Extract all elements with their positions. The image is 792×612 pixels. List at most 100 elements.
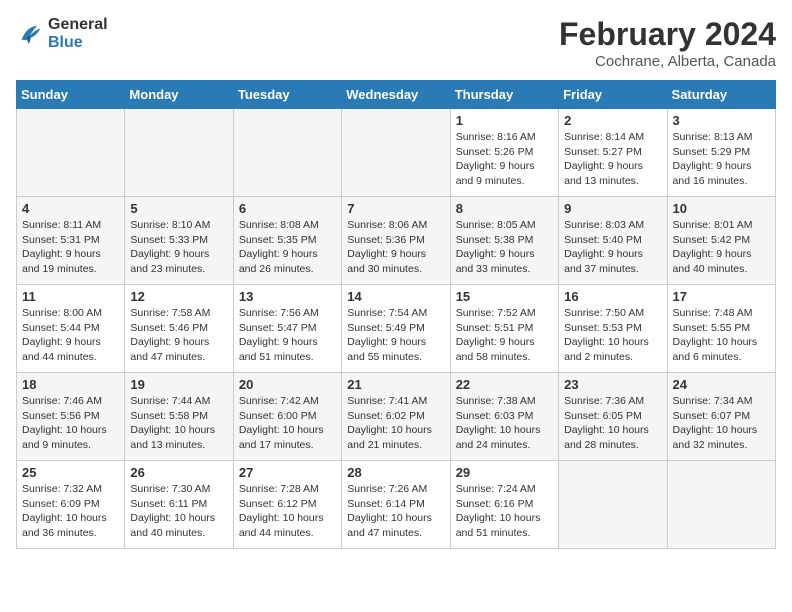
calendar-cell: 28 Sunrise: 7:26 AM Sunset: 6:14 PM Dayli… <box>342 461 450 549</box>
calendar-cell: 25 Sunrise: 7:32 AM Sunset: 6:09 PM Dayli… <box>17 461 125 549</box>
day-number: 4 <box>22 201 119 216</box>
day-number: 26 <box>130 465 227 480</box>
weekday-header-friday: Friday <box>559 81 667 109</box>
logo-icon <box>16 20 44 48</box>
day-info: Sunrise: 7:30 AM Sunset: 6:11 PM Dayligh… <box>130 482 227 541</box>
day-number: 15 <box>456 289 553 304</box>
location: Cochrane, Alberta, Canada <box>559 53 776 70</box>
weekday-header-sunday: Sunday <box>17 81 125 109</box>
calendar-week-4: 18Sunrise: 7:46 AM Sunset: 5:56 PM Dayli… <box>17 373 776 461</box>
calendar-cell: 18Sunrise: 7:46 AM Sunset: 5:56 PM Dayli… <box>17 373 125 461</box>
calendar-table: SundayMondayTuesdayWednesdayThursdayFrid… <box>16 80 776 549</box>
day-number: 5 <box>130 201 227 216</box>
day-info: Sunrise: 7:50 AM Sunset: 5:53 PM Dayligh… <box>564 306 661 365</box>
calendar-cell: 15Sunrise: 7:52 AM Sunset: 5:51 PM Dayli… <box>450 285 558 373</box>
calendar-cell: 29 Sunrise: 7:24 AM Sunset: 6:16 PM Dayli… <box>450 461 558 549</box>
day-number: 23 <box>564 377 661 392</box>
calendar-cell: 23 Sunrise: 7:36 AM Sunset: 6:05 PM Dayli… <box>559 373 667 461</box>
day-number: 16 <box>564 289 661 304</box>
calendar-cell: 9 Sunrise: 8:03 AM Sunset: 5:40 PM Daylig… <box>559 197 667 285</box>
calendar-cell: 14 Sunrise: 7:54 AM Sunset: 5:49 PM Dayli… <box>342 285 450 373</box>
day-info: Sunrise: 7:46 AM Sunset: 5:56 PM Dayligh… <box>22 394 119 453</box>
day-info: Sunrise: 8:14 AM Sunset: 5:27 PM Dayligh… <box>564 130 661 189</box>
day-info: Sunrise: 7:48 AM Sunset: 5:55 PM Dayligh… <box>673 306 770 365</box>
calendar-cell <box>667 461 775 549</box>
calendar-cell: 24Sunrise: 7:34 AM Sunset: 6:07 PM Dayli… <box>667 373 775 461</box>
day-number: 17 <box>673 289 770 304</box>
day-number: 20 <box>239 377 336 392</box>
calendar-cell: 6 Sunrise: 8:08 AM Sunset: 5:35 PM Daylig… <box>233 197 341 285</box>
calendar-cell <box>233 109 341 197</box>
calendar-cell: 10Sunrise: 8:01 AM Sunset: 5:42 PM Dayli… <box>667 197 775 285</box>
calendar-cell: 2Sunrise: 8:14 AM Sunset: 5:27 PM Daylig… <box>559 109 667 197</box>
day-info: Sunrise: 7:24 AM Sunset: 6:16 PM Dayligh… <box>456 482 553 541</box>
calendar-cell: 17 Sunrise: 7:48 AM Sunset: 5:55 PM Dayli… <box>667 285 775 373</box>
day-info: Sunrise: 7:32 AM Sunset: 6:09 PM Dayligh… <box>22 482 119 541</box>
calendar-cell: 4 Sunrise: 8:11 AM Sunset: 5:31 PM Daylig… <box>17 197 125 285</box>
day-number: 1 <box>456 113 553 128</box>
calendar-cell <box>17 109 125 197</box>
calendar-week-2: 4 Sunrise: 8:11 AM Sunset: 5:31 PM Daylig… <box>17 197 776 285</box>
page-header: General Blue February 2024 Cochrane, Alb… <box>16 16 776 70</box>
calendar-cell <box>559 461 667 549</box>
day-info: Sunrise: 7:38 AM Sunset: 6:03 PM Dayligh… <box>456 394 553 453</box>
calendar-cell: 11 Sunrise: 8:00 AM Sunset: 5:44 PM Dayli… <box>17 285 125 373</box>
calendar-cell: 3Sunrise: 8:13 AM Sunset: 5:29 PM Daylig… <box>667 109 775 197</box>
calendar-cell: 20 Sunrise: 7:42 AM Sunset: 6:00 PM Dayli… <box>233 373 341 461</box>
day-info: Sunrise: 7:58 AM Sunset: 5:46 PM Dayligh… <box>130 306 227 365</box>
calendar-cell: 19Sunrise: 7:44 AM Sunset: 5:58 PM Dayli… <box>125 373 233 461</box>
day-number: 3 <box>673 113 770 128</box>
calendar-cell: 7Sunrise: 8:06 AM Sunset: 5:36 PM Daylig… <box>342 197 450 285</box>
day-info: Sunrise: 8:16 AM Sunset: 5:26 PM Dayligh… <box>456 130 553 189</box>
day-number: 29 <box>456 465 553 480</box>
day-info: Sunrise: 7:42 AM Sunset: 6:00 PM Dayligh… <box>239 394 336 453</box>
day-number: 14 <box>347 289 444 304</box>
day-number: 11 <box>22 289 119 304</box>
day-info: Sunrise: 8:05 AM Sunset: 5:38 PM Dayligh… <box>456 218 553 277</box>
logo: General Blue <box>16 16 108 51</box>
calendar-cell <box>125 109 233 197</box>
calendar-cell: 27 Sunrise: 7:28 AM Sunset: 6:12 PM Dayli… <box>233 461 341 549</box>
day-info: Sunrise: 8:03 AM Sunset: 5:40 PM Dayligh… <box>564 218 661 277</box>
calendar-cell: 16 Sunrise: 7:50 AM Sunset: 5:53 PM Dayli… <box>559 285 667 373</box>
weekday-header-monday: Monday <box>125 81 233 109</box>
day-info: Sunrise: 7:36 AM Sunset: 6:05 PM Dayligh… <box>564 394 661 453</box>
calendar-cell: 8 Sunrise: 8:05 AM Sunset: 5:38 PM Daylig… <box>450 197 558 285</box>
day-info: Sunrise: 7:28 AM Sunset: 6:12 PM Dayligh… <box>239 482 336 541</box>
day-info: Sunrise: 8:08 AM Sunset: 5:35 PM Dayligh… <box>239 218 336 277</box>
calendar-cell: 21 Sunrise: 7:41 AM Sunset: 6:02 PM Dayli… <box>342 373 450 461</box>
day-info: Sunrise: 8:01 AM Sunset: 5:42 PM Dayligh… <box>673 218 770 277</box>
day-number: 27 <box>239 465 336 480</box>
calendar-week-3: 11 Sunrise: 8:00 AM Sunset: 5:44 PM Dayli… <box>17 285 776 373</box>
weekday-header-tuesday: Tuesday <box>233 81 341 109</box>
day-number: 22 <box>456 377 553 392</box>
logo-text: General Blue <box>48 16 108 51</box>
day-number: 21 <box>347 377 444 392</box>
calendar-cell <box>342 109 450 197</box>
calendar-cell: 1 Sunrise: 8:16 AM Sunset: 5:26 PM Daylig… <box>450 109 558 197</box>
calendar-cell: 12Sunrise: 7:58 AM Sunset: 5:46 PM Dayli… <box>125 285 233 373</box>
day-number: 8 <box>456 201 553 216</box>
weekday-header-row: SundayMondayTuesdayWednesdayThursdayFrid… <box>17 81 776 109</box>
day-number: 9 <box>564 201 661 216</box>
day-number: 6 <box>239 201 336 216</box>
weekday-header-saturday: Saturday <box>667 81 775 109</box>
month-title: February 2024 <box>559 16 776 53</box>
day-number: 13 <box>239 289 336 304</box>
calendar-week-5: 25 Sunrise: 7:32 AM Sunset: 6:09 PM Dayli… <box>17 461 776 549</box>
day-info: Sunrise: 7:54 AM Sunset: 5:49 PM Dayligh… <box>347 306 444 365</box>
day-info: Sunrise: 7:44 AM Sunset: 5:58 PM Dayligh… <box>130 394 227 453</box>
day-info: Sunrise: 7:56 AM Sunset: 5:47 PM Dayligh… <box>239 306 336 365</box>
day-info: Sunrise: 7:26 AM Sunset: 6:14 PM Dayligh… <box>347 482 444 541</box>
day-info: Sunrise: 8:11 AM Sunset: 5:31 PM Dayligh… <box>22 218 119 277</box>
calendar-week-1: 1 Sunrise: 8:16 AM Sunset: 5:26 PM Daylig… <box>17 109 776 197</box>
day-number: 28 <box>347 465 444 480</box>
day-number: 7 <box>347 201 444 216</box>
calendar-cell: 13 Sunrise: 7:56 AM Sunset: 5:47 PM Dayli… <box>233 285 341 373</box>
day-info: Sunrise: 8:00 AM Sunset: 5:44 PM Dayligh… <box>22 306 119 365</box>
day-info: Sunrise: 7:41 AM Sunset: 6:02 PM Dayligh… <box>347 394 444 453</box>
weekday-header-thursday: Thursday <box>450 81 558 109</box>
calendar-cell: 5Sunrise: 8:10 AM Sunset: 5:33 PM Daylig… <box>125 197 233 285</box>
title-block: February 2024 Cochrane, Alberta, Canada <box>559 16 776 70</box>
day-number: 25 <box>22 465 119 480</box>
